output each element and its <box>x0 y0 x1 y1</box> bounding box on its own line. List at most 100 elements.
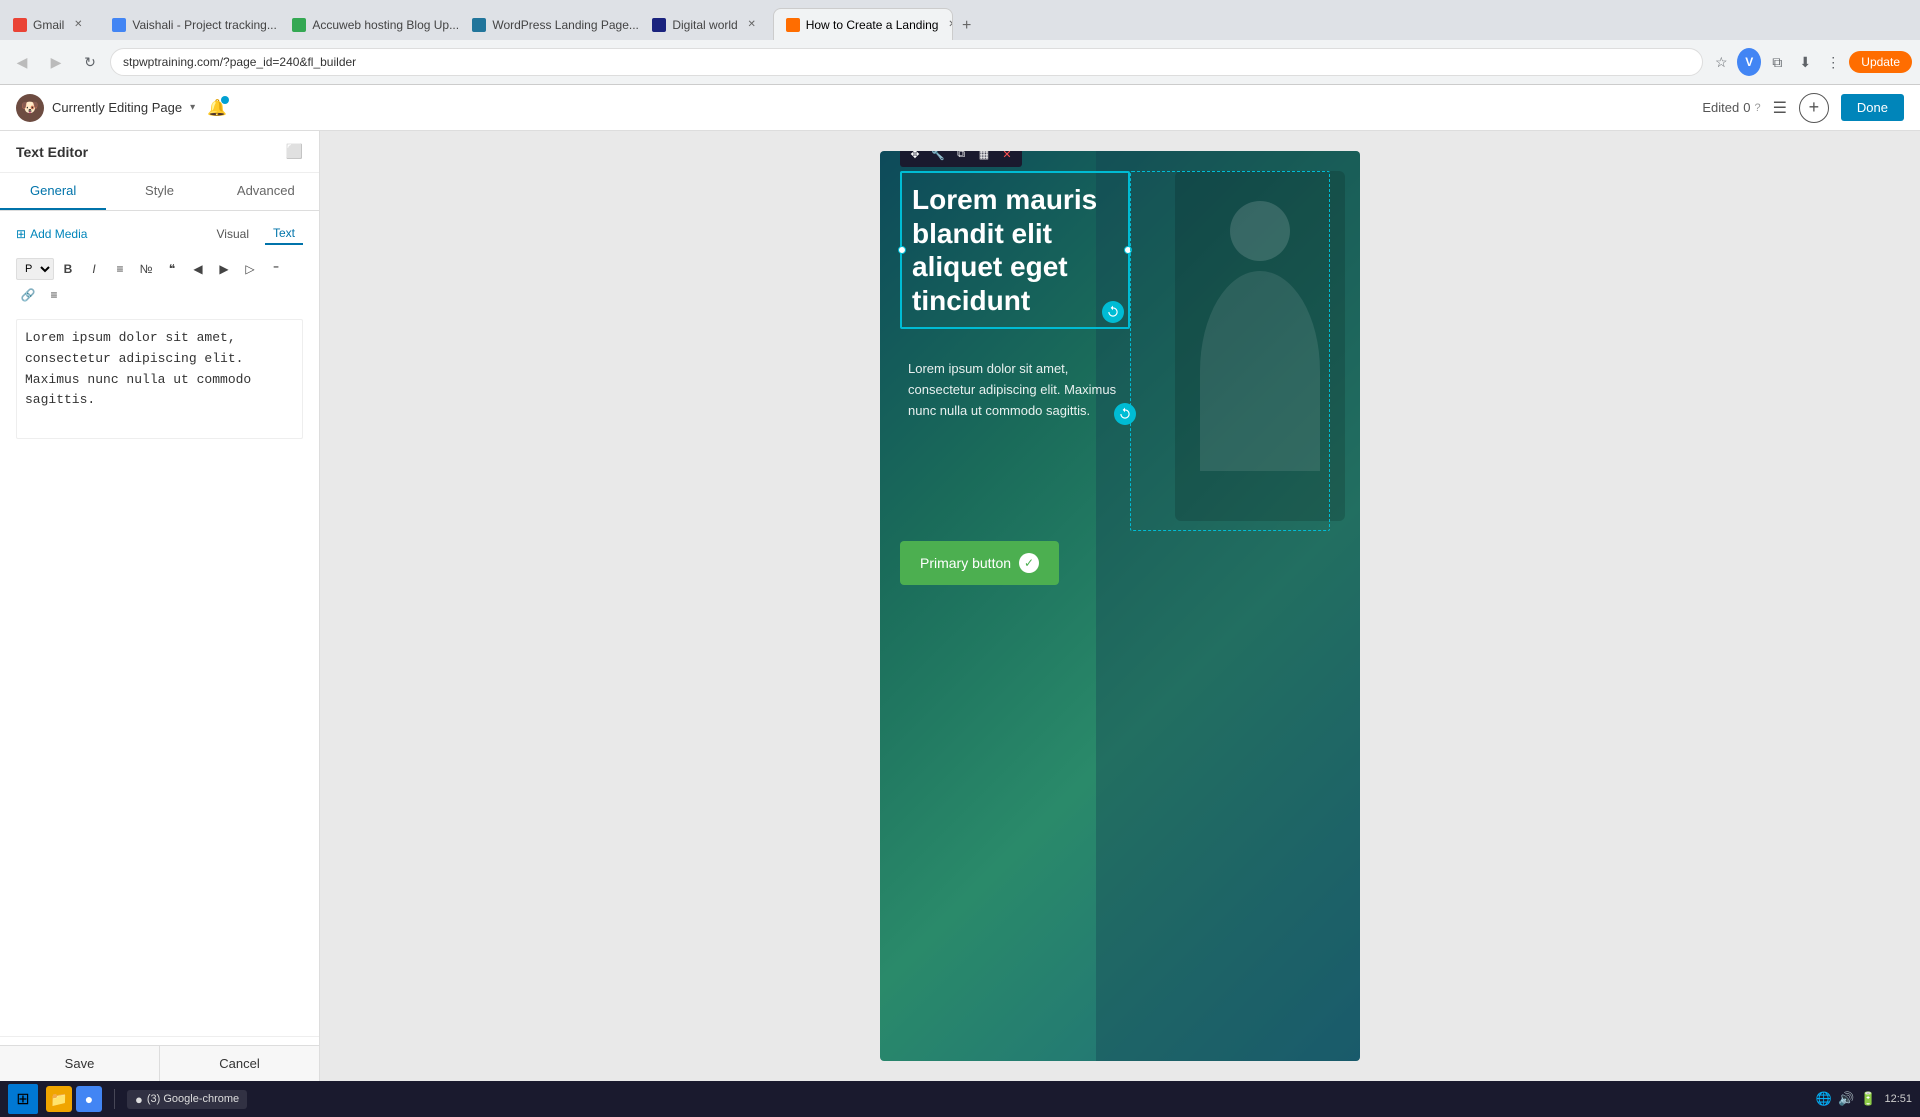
align-right-button[interactable]: ▷ <box>238 257 262 281</box>
chrome-app-icon[interactable]: ● <box>76 1086 102 1112</box>
files-app-icon[interactable]: 📁 <box>46 1086 72 1112</box>
columns-element-icon[interactable]: ▦ <box>973 151 995 165</box>
browser-chrome: Gmail ✕ Vaishali - Project tracking... ✕… <box>0 0 1920 85</box>
column-selected[interactable] <box>1130 171 1330 531</box>
body-ai-refresh-icon[interactable] <box>1114 403 1136 425</box>
cancel-button[interactable]: Cancel <box>160 1046 319 1081</box>
question-mark-icon[interactable]: ? <box>1754 102 1760 114</box>
bookmark-icon[interactable]: ☆ <box>1709 50 1733 74</box>
reload-button[interactable]: ↻ <box>76 48 104 76</box>
wp-editor-header: 🐶 Currently Editing Page ▾ 🔔 Edited 0 ? … <box>0 85 1920 131</box>
digital-favicon <box>652 18 666 32</box>
chrome-taskbar-item[interactable]: ● (3) Google-chrome <box>127 1090 247 1109</box>
update-button[interactable]: Update <box>1849 51 1912 73</box>
align-center-button[interactable]: ▶ <box>212 257 236 281</box>
taskbar-separator <box>114 1089 115 1109</box>
more-formatting-button[interactable]: ≡ <box>42 283 66 307</box>
tab-style[interactable]: Style <box>106 173 212 210</box>
taskbar-apps: 📁 ● <box>46 1086 102 1112</box>
panel-tabs: General Style Advanced <box>0 173 319 211</box>
unordered-list-button[interactable]: ≡ <box>108 257 132 281</box>
tab-digital[interactable]: Digital world ✕ <box>639 8 772 40</box>
taskbar-right: 🌐 🔊 🔋 12:51 <box>1816 1091 1912 1107</box>
more-options-icon[interactable]: ⋮ <box>1821 50 1845 74</box>
gmail-favicon <box>13 18 27 32</box>
currently-editing-section: Currently Editing Page ▾ <box>52 100 195 115</box>
add-media-row: ⊞ Add Media Visual Text <box>16 223 303 245</box>
primary-button-label: Primary button <box>920 555 1011 571</box>
page-canvas: ✥ 🔧 ⧉ ▦ ✕ Lorem mauris blandit elit aliq… <box>880 151 1360 1061</box>
tab-general[interactable]: General <box>0 173 106 210</box>
link-button[interactable]: 🔗 <box>16 283 40 307</box>
wp-avatar[interactable]: 🐶 <box>16 94 44 122</box>
paragraph-select[interactable]: P <box>16 258 54 280</box>
currently-editing-label: Currently Editing Page <box>52 100 182 115</box>
done-button[interactable]: Done <box>1841 94 1904 121</box>
battery-icon[interactable]: 🔋 <box>1860 1091 1876 1107</box>
tab-label-accuweb: Accuweb hosting Blog Up... <box>312 18 459 32</box>
visual-mode-button[interactable]: Visual <box>209 223 257 245</box>
tab-accuweb[interactable]: Accuweb hosting Blog Up... ✕ <box>279 8 459 40</box>
resize-handle-left[interactable] <box>898 246 906 254</box>
editor-layout: Text Editor ⬜ General Style Advanced ⊞ A… <box>0 131 1920 1081</box>
accuweb-favicon <box>292 18 306 32</box>
address-bar[interactable]: stpwptraining.com/?page_id=240&fl_builde… <box>110 48 1703 76</box>
add-element-button[interactable]: + <box>1799 93 1829 123</box>
add-media-icon: ⊞ <box>16 227 26 241</box>
settings-element-icon[interactable]: 🔧 <box>927 151 949 165</box>
wordpress-favicon <box>472 18 486 32</box>
add-media-label: Add Media <box>30 227 87 241</box>
tab-vaishali[interactable]: Vaishali - Project tracking... ✕ <box>99 8 279 40</box>
back-button[interactable]: ◀ <box>8 48 36 76</box>
add-media-button[interactable]: ⊞ Add Media <box>16 227 87 241</box>
italic-button[interactable]: I <box>82 257 106 281</box>
save-button[interactable]: Save <box>0 1046 160 1081</box>
chevron-down-icon[interactable]: ▾ <box>190 102 195 113</box>
primary-button[interactable]: Primary button ✓ <box>900 541 1059 585</box>
tab-label-gmail: Gmail <box>33 18 64 32</box>
list-view-icon[interactable]: ☰ <box>1773 98 1787 118</box>
blockquote-button[interactable]: ❝ <box>160 257 184 281</box>
primary-button-element[interactable]: Primary button ✓ <box>900 541 1059 585</box>
bold-button[interactable]: B <box>56 257 80 281</box>
tab-gmail[interactable]: Gmail ✕ <box>0 8 99 40</box>
primary-button-checkmark-icon: ✓ <box>1019 553 1039 573</box>
tab-bar: Gmail ✕ Vaishali - Project tracking... ✕… <box>0 0 1920 40</box>
align-left-button[interactable]: ◀ <box>186 257 210 281</box>
heading-text: Lorem mauris blandit elit aliquet eget t… <box>912 183 1118 317</box>
tab-howto[interactable]: How to Create a Landing ✕ <box>773 8 953 40</box>
close-element-icon[interactable]: ✕ <box>996 151 1018 165</box>
volume-icon[interactable]: 🔊 <box>1838 1091 1854 1107</box>
ordered-list-button[interactable]: № <box>134 257 158 281</box>
profile-accounts-icon[interactable]: V <box>1737 50 1761 74</box>
forward-button[interactable]: ▶ <box>42 48 70 76</box>
notifications-bell-icon[interactable]: 🔔 <box>207 98 227 118</box>
edited-label: Edited <box>1702 100 1739 115</box>
edited-badge: Edited 0 ? <box>1702 100 1760 115</box>
tab-advanced[interactable]: Advanced <box>213 173 319 210</box>
system-tray: 🌐 🔊 🔋 <box>1816 1091 1877 1107</box>
download-icon[interactable]: ⬇ <box>1793 50 1817 74</box>
text-editor-textarea[interactable]: Lorem ipsum dolor sit amet, consectetur … <box>16 319 303 439</box>
minimize-panel-icon[interactable]: ⬜ <box>286 143 303 160</box>
duplicate-element-icon[interactable]: ⧉ <box>950 151 972 165</box>
extensions-icon[interactable]: ⧉ <box>1765 50 1789 74</box>
ai-refresh-icon[interactable] <box>1102 301 1124 323</box>
tab-close-gmail[interactable]: ✕ <box>70 17 86 33</box>
new-tab-button[interactable]: + <box>953 12 981 40</box>
taskbar: ⊞ 📁 ● ● (3) Google-chrome 🌐 🔊 🔋 12:51 <box>0 1081 1920 1117</box>
align-justify-button[interactable]: ⁼ <box>264 257 288 281</box>
text-mode-button[interactable]: Text <box>265 223 303 245</box>
panel-content: ⊞ Add Media Visual Text P B I ≡ № ❝ ◀ ▶ <box>0 211 319 1028</box>
tab-label-wordpress: WordPress Landing Page... <box>492 18 639 32</box>
body-text: Lorem ipsum dolor sit amet, consectetur … <box>908 359 1132 421</box>
start-button[interactable]: ⊞ <box>8 1084 38 1114</box>
heading-text-element[interactable]: ✥ 🔧 ⧉ ▦ ✕ Lorem mauris blandit elit aliq… <box>900 171 1130 329</box>
move-element-icon[interactable]: ✥ <box>904 151 926 165</box>
tab-wordpress[interactable]: WordPress Landing Page... ✕ <box>459 8 639 40</box>
body-text-element[interactable]: Lorem ipsum dolor sit amet, consectetur … <box>900 351 1140 429</box>
network-icon[interactable]: 🌐 <box>1816 1091 1832 1107</box>
tab-close-digital[interactable]: ✕ <box>744 17 760 33</box>
nav-actions: ☆ V ⧉ ⬇ ⋮ Update <box>1709 50 1912 74</box>
tab-close-howto[interactable]: ✕ <box>944 17 952 33</box>
